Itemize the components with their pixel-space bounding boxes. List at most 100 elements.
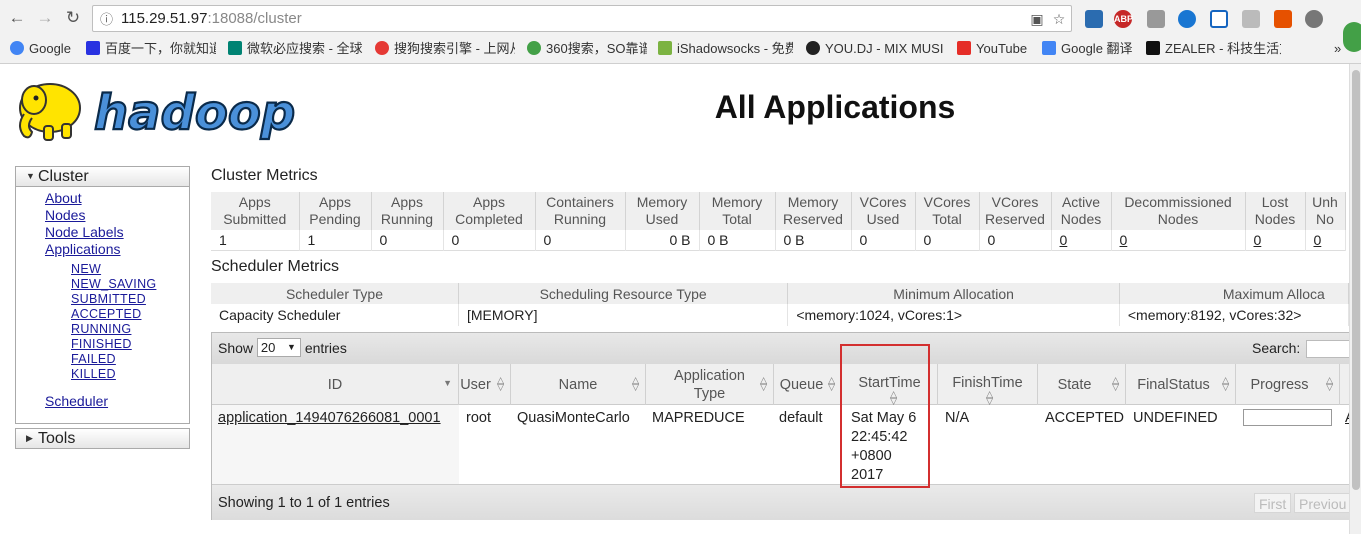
extension-icon[interactable]: [1242, 10, 1260, 28]
column-header-state[interactable]: State △ ▽: [1038, 364, 1126, 405]
metric-header: VCores Total: [915, 192, 980, 230]
column-header-application-type[interactable]: Application Type △ ▽: [646, 364, 774, 405]
lost-nodes-link[interactable]: 0: [1245, 230, 1306, 250]
reload-icon[interactable]: ↻: [62, 7, 84, 29]
bookmark-bing[interactable]: 微软必应搜索 - 全球: [228, 40, 363, 58]
sidebar-state-finished[interactable]: FINISHED: [71, 337, 132, 351]
previous-page-button[interactable]: Previou: [1294, 493, 1349, 513]
cell-finishtime: N/A: [945, 410, 970, 426]
sidebar-state-submitted[interactable]: SUBMITTED: [71, 292, 146, 306]
extension-icon[interactable]: [1147, 10, 1165, 28]
hadoop-logo: hadoop: [19, 83, 296, 142]
more-bookmarks-icon[interactable]: »: [1334, 40, 1341, 58]
chevron-down-icon: ▼: [287, 342, 296, 352]
sidebar-link-node-labels[interactable]: Node Labels: [45, 224, 124, 240]
scheduler-value: <memory:8192, vCores:32>: [1119, 304, 1349, 326]
sidebar-state-accepted[interactable]: ACCEPTED: [71, 307, 141, 321]
bookmark-sogou[interactable]: 搜狗搜索引擎 - 上网从: [375, 40, 515, 58]
logo-text: hadoop: [94, 85, 295, 141]
sidebar-state-new[interactable]: NEW: [71, 262, 101, 276]
metric-header: Decommissioned Nodes: [1111, 192, 1246, 230]
metric-header: Memory Used: [625, 192, 700, 230]
column-header-name[interactable]: Name △ ▽: [511, 364, 646, 405]
sidebar-state-new-saving[interactable]: NEW_SAVING: [71, 277, 156, 291]
scrollbar-thumb[interactable]: [1352, 70, 1360, 490]
extension-icon[interactable]: [1305, 10, 1323, 28]
metric-header: Active Nodes: [1051, 192, 1112, 230]
bookmark-baidu[interactable]: 百度一下，你就知道: [86, 40, 216, 58]
sidebar-state-failed[interactable]: FAILED: [71, 352, 116, 366]
column-header-queue[interactable]: Queue △ ▽: [774, 364, 842, 405]
vertical-scrollbar[interactable]: [1349, 64, 1361, 534]
sort-icon: △ ▽: [986, 389, 993, 406]
cell-user: root: [466, 410, 491, 426]
sidebar-link-nodes[interactable]: Nodes: [45, 207, 85, 223]
bookmark-zealer[interactable]: ZEALER - 科技生活方: [1146, 40, 1281, 58]
sidebar-link-about[interactable]: About: [45, 190, 82, 206]
bookmark-youtube[interactable]: YouTube: [957, 40, 1027, 58]
youtube-icon: [957, 41, 971, 55]
bookmark-360[interactable]: 360搜索，SO靠谱: [527, 40, 647, 58]
sidebar-link-applications[interactable]: Applications: [45, 241, 121, 257]
back-icon[interactable]: ←: [6, 7, 28, 29]
bing-icon: [228, 41, 242, 55]
column-header-finishtime[interactable]: FinishTime △ ▽: [938, 364, 1038, 406]
active-nodes-link[interactable]: 0: [1051, 230, 1112, 250]
search-input[interactable]: [1306, 340, 1349, 358]
cell-finalstatus: UNDEFINED: [1133, 410, 1218, 426]
cluster-nav-panel: About Nodes Node Labels Applications NEW…: [15, 187, 190, 424]
entries-select[interactable]: 20 ▼: [256, 338, 301, 357]
sort-icon: △ ▽: [828, 375, 835, 392]
decommissioned-nodes-link[interactable]: 0: [1111, 230, 1246, 250]
scheduler-value: Capacity Scheduler: [211, 304, 459, 326]
collapsed-triangle-icon: ▶: [26, 433, 33, 443]
address-bar[interactable]: ⓘ 115.29.51.97:18088/cluster ▣ ☆: [92, 5, 1072, 32]
unhealthy-nodes-link[interactable]: 0: [1305, 230, 1346, 250]
office-icon[interactable]: [1274, 10, 1292, 28]
scheduler-value: <memory:1024, vCores:1>: [787, 304, 1120, 326]
tools-nav-header[interactable]: ▶ Tools: [15, 428, 190, 449]
column-header-progress[interactable]: Progress △ ▽: [1236, 364, 1340, 405]
application-id-link[interactable]: application_1494076266081_0001: [218, 409, 441, 428]
sort-icon: △ ▽: [632, 375, 639, 392]
info-icon[interactable]: ⓘ: [100, 7, 113, 32]
cluster-nav-header[interactable]: ▼ Cluster: [15, 166, 190, 187]
length-control: Show 20 ▼ entries: [218, 338, 347, 357]
ishadowsocks-icon: [658, 41, 672, 55]
cell-application-type: MAPREDUCE: [652, 410, 745, 426]
metric-header: Containers Running: [535, 192, 626, 230]
sidebar-state-running[interactable]: RUNNING: [71, 322, 131, 336]
adblock-icon[interactable]: ABP: [1114, 10, 1133, 28]
metric-value: 0: [443, 230, 536, 250]
extension-icon[interactable]: [1085, 10, 1103, 28]
extension-icon[interactable]: [1210, 10, 1228, 28]
metric-value: 1: [299, 230, 372, 250]
first-page-button[interactable]: First: [1254, 493, 1292, 513]
metric-header: Apps Submitted: [211, 192, 300, 230]
column-header-user[interactable]: User △ ▽: [459, 364, 511, 405]
sidebar-state-killed[interactable]: KILLED: [71, 367, 116, 381]
extension-icon[interactable]: [1178, 10, 1196, 28]
bookmark-google[interactable]: Google: [10, 40, 71, 58]
search-label: Search:: [1252, 340, 1301, 356]
metric-header: Unh No: [1305, 192, 1346, 230]
sort-icon: △ ▽: [1222, 375, 1229, 392]
bookmark-youdj[interactable]: YOU.DJ - MIX MUSI: [806, 40, 946, 58]
table-row: application_1494076266081_0001 root Quas…: [212, 405, 1349, 484]
sidebar-link-scheduler[interactable]: Scheduler: [45, 393, 108, 409]
expanded-triangle-icon: ▼: [26, 171, 35, 181]
metric-value: 0: [979, 230, 1052, 250]
forward-icon[interactable]: →: [34, 7, 56, 29]
bookmark-star-icon[interactable]: ☆: [1051, 11, 1067, 27]
translate-icon[interactable]: ▣: [1029, 11, 1045, 27]
cluster-metrics-header-row: Apps Submitted Apps Pending Apps Running Ap…: [211, 192, 1346, 230]
cloud-icon: [806, 41, 820, 55]
zealer-icon: [1146, 41, 1160, 55]
bookmark-ishadowsocks[interactable]: iShadowsocks - 免费: [658, 40, 793, 58]
cluster-metrics-title: Cluster Metrics: [211, 167, 318, 184]
bookmark-google-translate[interactable]: Google 翻译: [1042, 40, 1133, 58]
column-header-id[interactable]: ID ▼: [212, 364, 459, 405]
url-path: :18088/cluster: [207, 10, 302, 27]
sidebar: ▼ Cluster About Nodes Node Labels Applica…: [15, 166, 190, 449]
column-header-finalstatus[interactable]: FinalStatus △ ▽: [1126, 364, 1236, 405]
